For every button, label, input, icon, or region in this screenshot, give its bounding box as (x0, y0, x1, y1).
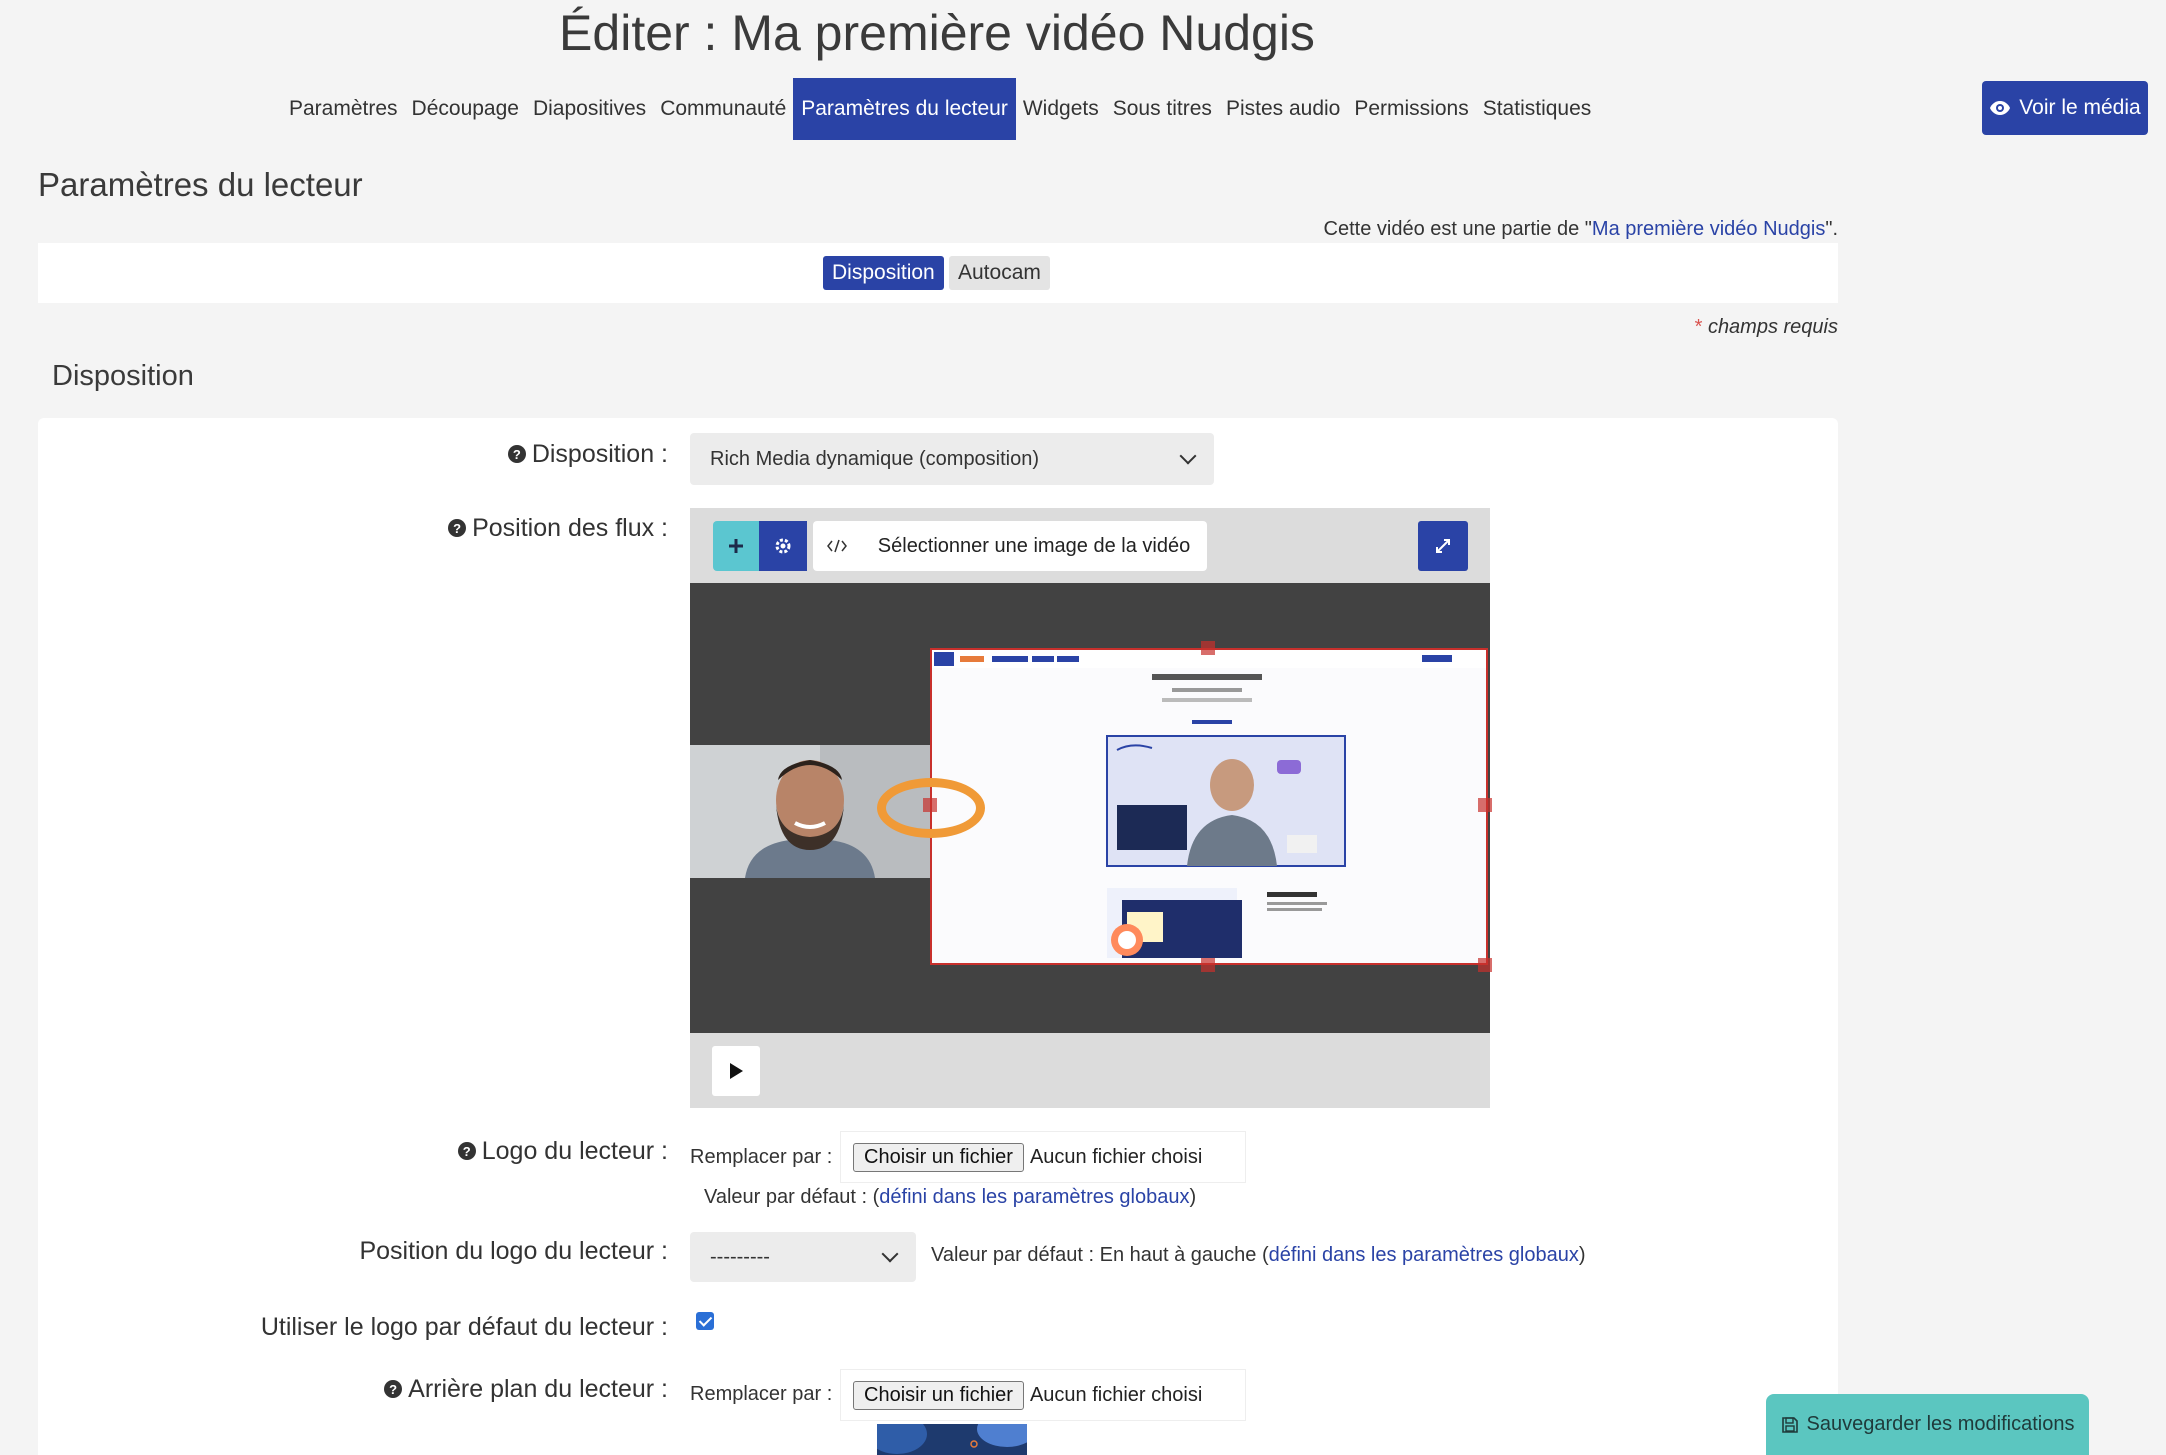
save-changes-button[interactable]: Sauvegarder les modifications (1766, 1394, 2089, 1455)
screen-stream[interactable] (930, 648, 1488, 965)
resize-handle-corner[interactable] (1478, 958, 1492, 972)
gear-icon (775, 538, 791, 554)
subtab-disposition[interactable]: Disposition (823, 256, 944, 290)
help-icon[interactable]: ? (457, 1142, 476, 1160)
logo-file-input[interactable]: Choisir un fichier Aucun fichier choisi (840, 1131, 1246, 1183)
logo-default-value: Valeur par défaut : (défini dans les par… (704, 1186, 1197, 1208)
plus-icon (729, 539, 743, 553)
layout-select[interactable]: Rich Media dynamique (composition) (690, 433, 1214, 485)
help-icon[interactable]: ? (448, 519, 467, 537)
required-fields-note: * champs requis (1694, 316, 1838, 338)
floppy-disk-icon (1781, 1416, 1798, 1433)
select-image-button[interactable]: Sélectionner une image de la vidéo (861, 521, 1207, 571)
resize-handle-right[interactable] (1478, 798, 1492, 812)
help-icon[interactable]: ? (507, 445, 526, 463)
tab-sous-titres[interactable]: Sous titres (1106, 78, 1219, 140)
background-thumbnail (877, 1424, 1027, 1455)
background-choose-file-button[interactable]: Choisir un fichier (853, 1380, 1024, 1410)
tab-communaute[interactable]: Communauté (653, 78, 793, 140)
background-image (877, 1424, 1027, 1455)
use-default-logo-checkbox[interactable] (696, 1312, 714, 1330)
parent-video-link[interactable]: Ma première vidéo Nudgis (1592, 218, 1825, 240)
settings-button[interactable] (759, 521, 807, 571)
play-button[interactable] (712, 1046, 760, 1096)
code-icon (827, 539, 847, 553)
play-icon (730, 1063, 743, 1079)
view-media-label: Voir le média (2019, 96, 2141, 119)
save-changes-label: Sauvegarder les modifications (1806, 1413, 2075, 1435)
page-title: Éditer : Ma première vidéo Nudgis (559, 5, 1315, 61)
logo-label: ? Logo du lecteur : (300, 1134, 668, 1168)
chevron-down-icon (881, 1245, 899, 1263)
subtab-autocam[interactable]: Autocam (949, 256, 1050, 290)
use-default-logo-label: Utiliser le logo par défaut du lecteur : (260, 1312, 668, 1341)
part-of-text: Cette vidéo est une partie de "Ma premiè… (1323, 218, 1838, 240)
chevron-down-icon (1179, 447, 1197, 465)
expand-icon (1436, 539, 1450, 553)
resize-handle-top[interactable] (1201, 641, 1215, 655)
add-stream-button[interactable] (713, 521, 759, 571)
tab-widgets[interactable]: Widgets (1016, 78, 1106, 140)
tab-nav: Paramètres Découpage Diapositives Commun… (282, 78, 1598, 140)
section-title: Paramètres du lecteur (38, 166, 363, 203)
eye-icon (1990, 101, 2011, 115)
help-icon[interactable]: ? (384, 1380, 403, 1398)
logo-replace-label: Remplacer par : (690, 1146, 833, 1168)
background-file-input[interactable]: Choisir un fichier Aucun fichier choisi (840, 1369, 1246, 1421)
tab-permissions[interactable]: Permissions (1347, 78, 1475, 140)
fullscreen-button[interactable] (1418, 521, 1468, 571)
subsection-title: Disposition (52, 360, 194, 392)
logo-position-global-settings-link[interactable]: défini dans les paramètres globaux (1269, 1244, 1579, 1266)
tab-parametres-lecteur[interactable]: Paramètres du lecteur (793, 78, 1016, 140)
logo-position-default-value: Valeur par défaut : En haut à gauche (dé… (931, 1244, 1586, 1266)
resize-handle-left[interactable] (923, 798, 937, 812)
view-media-button[interactable]: Voir le média (1982, 81, 2148, 135)
streams-position-label: ? Position des flux : (300, 511, 668, 545)
logo-position-select[interactable]: --------- (690, 1232, 916, 1282)
logo-choose-file-button[interactable]: Choisir un fichier (853, 1142, 1024, 1172)
background-replace-label: Remplacer par : (690, 1383, 833, 1405)
embed-code-button[interactable] (813, 521, 861, 571)
logo-position-label: Position du logo du lecteur : (359, 1236, 668, 1265)
tab-pistes-audio[interactable]: Pistes audio (1219, 78, 1347, 140)
tab-decoupage[interactable]: Découpage (405, 78, 526, 140)
background-no-file-text: Aucun fichier choisi (1029, 1383, 1203, 1406)
tab-parametres[interactable]: Paramètres (282, 78, 405, 140)
background-label: ? Arrière plan du lecteur : (300, 1372, 668, 1406)
tab-diapositives[interactable]: Diapositives (526, 78, 653, 140)
resize-handle-bottom[interactable] (1201, 958, 1215, 972)
screen-capture-image (932, 650, 1486, 963)
player-controls-bar (690, 1033, 1490, 1108)
layout-label: ? Disposition : (300, 437, 668, 471)
logo-no-file-text: Aucun fichier choisi (1029, 1145, 1203, 1168)
logo-global-settings-link[interactable]: défini dans les paramètres globaux (879, 1186, 1189, 1208)
tab-statistiques[interactable]: Statistiques (1476, 78, 1599, 140)
